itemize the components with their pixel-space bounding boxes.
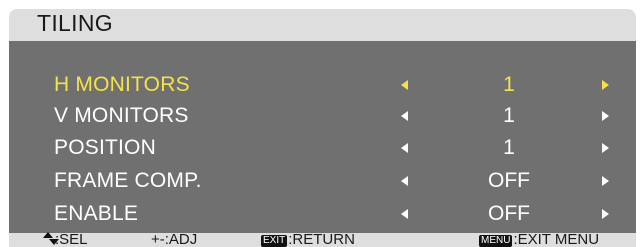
setting-row-enable[interactable]: ENABLE OFF bbox=[9, 200, 636, 228]
tiling-osd-menu: TILING H MONITORS 1 V MONITORS 1 POSITIO… bbox=[9, 9, 636, 247]
setting-label: H MONITORS bbox=[54, 73, 190, 96]
setting-label: FRAME COMP. bbox=[54, 169, 202, 192]
hint-select-label: :SEL bbox=[55, 231, 88, 247]
left-arrow-icon[interactable] bbox=[401, 176, 408, 186]
setting-row-h-monitors[interactable]: H MONITORS 1 bbox=[9, 71, 636, 99]
settings-panel: H MONITORS 1 V MONITORS 1 POSITION 1 FRA… bbox=[9, 41, 636, 233]
hint-exit-menu: MENU:EXIT MENU bbox=[479, 231, 599, 247]
setting-row-frame-comp[interactable]: FRAME COMP. OFF bbox=[9, 167, 636, 195]
up-down-arrow-icon bbox=[43, 232, 59, 245]
setting-value: 1 bbox=[503, 136, 515, 159]
setting-value: OFF bbox=[488, 202, 530, 225]
setting-row-position[interactable]: POSITION 1 bbox=[9, 134, 636, 162]
setting-value: OFF bbox=[488, 169, 530, 192]
hint-exit-menu-label: :EXIT MENU bbox=[513, 231, 600, 247]
setting-label: POSITION bbox=[54, 136, 156, 159]
exit-key-icon: EXIT bbox=[261, 235, 288, 247]
setting-label: V MONITORS bbox=[54, 104, 189, 127]
right-arrow-icon[interactable] bbox=[602, 143, 609, 153]
menu-title: TILING bbox=[37, 10, 113, 36]
hint-return-label: :RETURN bbox=[288, 231, 355, 247]
key-hint-bar: :SEL +-:ADJ EXIT:RETURN MENU:EXIT MENU bbox=[9, 231, 636, 247]
hint-adjust: +-:ADJ bbox=[151, 231, 198, 247]
menu-key-icon: MENU bbox=[479, 235, 513, 247]
right-arrow-icon[interactable] bbox=[602, 176, 609, 186]
left-arrow-icon[interactable] bbox=[401, 111, 408, 121]
left-arrow-icon[interactable] bbox=[401, 80, 408, 90]
right-arrow-icon[interactable] bbox=[602, 111, 609, 121]
left-arrow-icon[interactable] bbox=[401, 209, 408, 219]
hint-select: :SEL bbox=[43, 231, 88, 247]
setting-value: 1 bbox=[503, 73, 515, 96]
setting-row-v-monitors[interactable]: V MONITORS 1 bbox=[9, 102, 636, 130]
left-arrow-icon[interactable] bbox=[401, 143, 408, 153]
right-arrow-icon[interactable] bbox=[602, 80, 609, 90]
setting-value: 1 bbox=[503, 104, 515, 127]
hint-return: EXIT:RETURN bbox=[261, 231, 355, 247]
setting-label: ENABLE bbox=[54, 202, 139, 225]
right-arrow-icon[interactable] bbox=[602, 209, 609, 219]
title-bar: TILING bbox=[9, 9, 636, 41]
